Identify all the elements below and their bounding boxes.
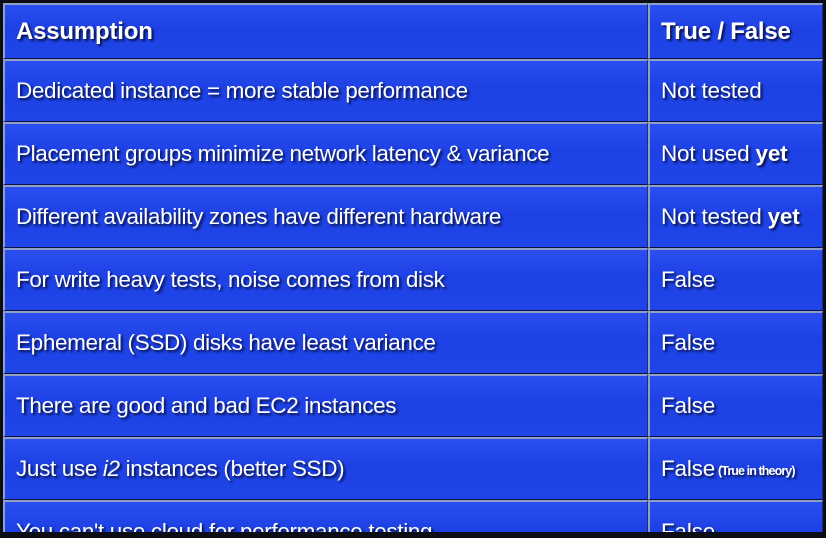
table-row: There are good and bad EC2 instances Fals… bbox=[3, 374, 823, 437]
verdict-cell: Not tested bbox=[648, 59, 823, 122]
assumption-cell: Placement groups minimize network latenc… bbox=[3, 122, 648, 185]
assumption-text-segment: Different availability zones have differ… bbox=[16, 204, 502, 229]
verdict-cell: False (True in theory) bbox=[648, 437, 823, 500]
assumption-cell: Dedicated instance = more stable perform… bbox=[3, 59, 648, 122]
assumption-text-segment: instances (better SSD) bbox=[119, 456, 345, 481]
verdict-cell: False bbox=[648, 374, 823, 437]
assumption-cell: Ephemeral (SSD) disks have least varianc… bbox=[3, 311, 648, 374]
table-header-row: Assumption True / False bbox=[3, 3, 823, 59]
verdict-cell: False bbox=[648, 311, 823, 374]
table-row: Placement groups minimize network latenc… bbox=[3, 122, 823, 185]
verdict-text-segment: False bbox=[661, 267, 716, 292]
slide-left-edge bbox=[0, 0, 3, 538]
table-header: Assumption True / False bbox=[3, 3, 823, 59]
assumption-cell: Different availability zones have differ… bbox=[3, 185, 648, 248]
table-body: Dedicated instance = more stable perform… bbox=[3, 59, 823, 538]
column-header-verdict: True / False bbox=[648, 3, 823, 59]
assumption-text-segment: Ephemeral (SSD) disks have least varianc… bbox=[16, 330, 436, 355]
slide-top-edge bbox=[0, 0, 826, 3]
table-row: Different availability zones have differ… bbox=[3, 185, 823, 248]
slide-canvas: GO nexpen Assumption True / False Dedica… bbox=[0, 0, 826, 538]
verdict-cell: Not tested yet bbox=[648, 185, 823, 248]
verdict-text-segment: (True in theory) bbox=[718, 464, 795, 478]
verdict-text-segment: False bbox=[661, 393, 716, 418]
assumption-text-segment: Placement groups minimize network latenc… bbox=[16, 141, 550, 166]
assumption-cell: There are good and bad EC2 instances bbox=[3, 374, 648, 437]
assumption-text-segment: There are good and bad EC2 instances bbox=[16, 393, 397, 418]
verdict-cell: Not used yet bbox=[648, 122, 823, 185]
verdict-text-segment: False bbox=[661, 330, 716, 355]
assumption-truth-table: Assumption True / False Dedicated instan… bbox=[3, 3, 823, 538]
table-row: Just use i2 instances (better SSD) False(… bbox=[3, 437, 823, 500]
assumption-text-segment: Just use bbox=[16, 456, 103, 481]
slide-bottom-edge bbox=[0, 532, 826, 538]
verdict-text-segment: Not used bbox=[661, 141, 756, 166]
table-row: For write heavy tests, noise comes from … bbox=[3, 248, 823, 311]
verdict-cell: False bbox=[648, 248, 823, 311]
assumption-cell: Just use i2 instances (better SSD) bbox=[3, 437, 648, 500]
verdict-text-segment: Not tested bbox=[661, 78, 762, 103]
verdict-text-segment: yet bbox=[755, 141, 788, 166]
column-header-assumption: Assumption bbox=[3, 3, 648, 59]
assumption-text-segment: i2 bbox=[102, 456, 120, 481]
assumption-text-segment: For write heavy tests, noise comes from … bbox=[16, 267, 445, 292]
assumption-text-segment: Dedicated instance = more stable perform… bbox=[16, 78, 468, 103]
verdict-text-segment: False bbox=[661, 456, 716, 481]
verdict-text-segment: yet bbox=[767, 204, 800, 229]
table-row: Dedicated instance = more stable perform… bbox=[3, 59, 823, 122]
table-row: Ephemeral (SSD) disks have least varianc… bbox=[3, 311, 823, 374]
assumption-cell: For write heavy tests, noise comes from … bbox=[3, 248, 648, 311]
verdict-text-segment: Not tested bbox=[661, 204, 768, 229]
